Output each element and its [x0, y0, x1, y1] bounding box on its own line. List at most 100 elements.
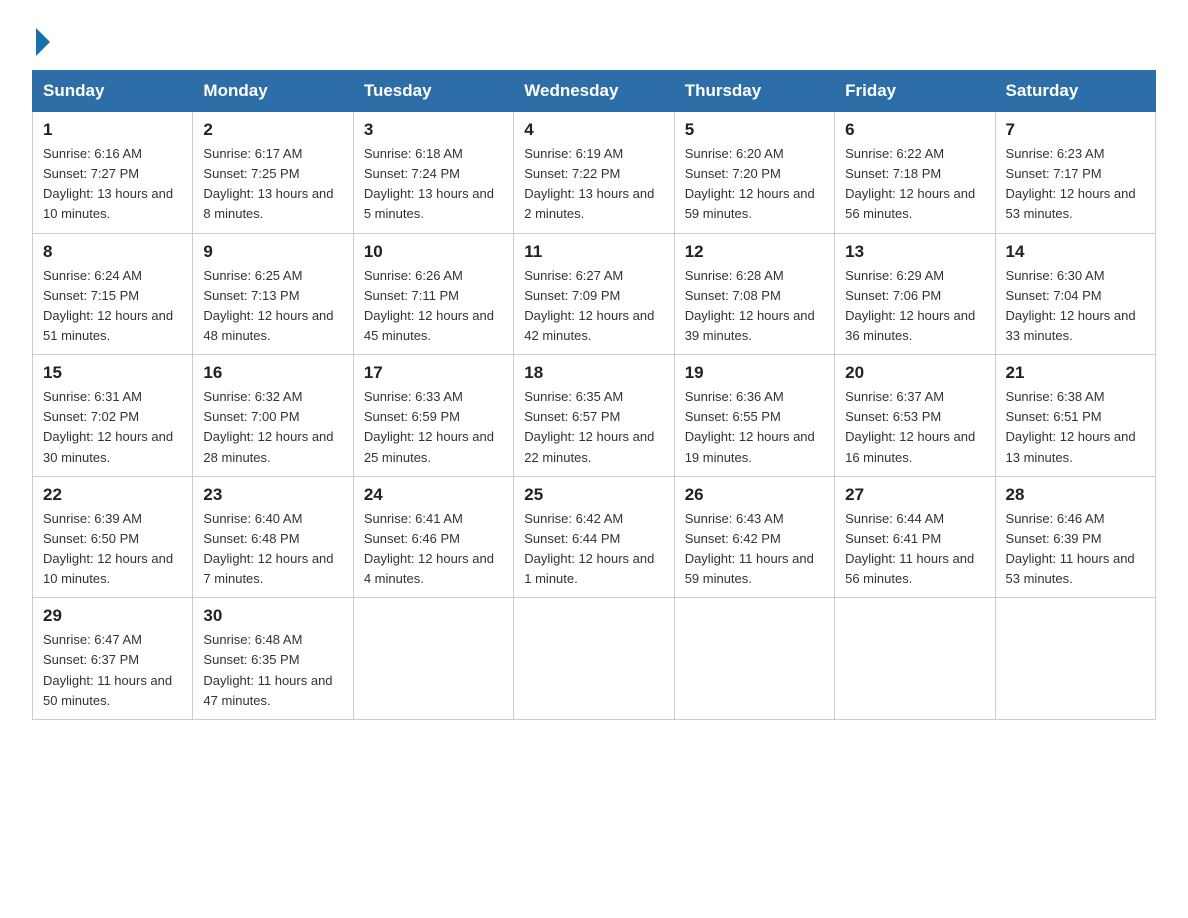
calendar-week-row: 29 Sunrise: 6:47 AMSunset: 6:37 PMDayligh…	[33, 598, 1156, 720]
day-number: 28	[1006, 485, 1145, 505]
calendar-cell	[674, 598, 834, 720]
day-info: Sunrise: 6:46 AMSunset: 6:39 PMDaylight:…	[1006, 509, 1145, 590]
calendar-cell	[995, 598, 1155, 720]
day-info: Sunrise: 6:26 AMSunset: 7:11 PMDaylight:…	[364, 266, 503, 347]
day-info: Sunrise: 6:38 AMSunset: 6:51 PMDaylight:…	[1006, 387, 1145, 468]
day-number: 24	[364, 485, 503, 505]
day-info: Sunrise: 6:42 AMSunset: 6:44 PMDaylight:…	[524, 509, 663, 590]
calendar-cell: 1 Sunrise: 6:16 AMSunset: 7:27 PMDaylight…	[33, 112, 193, 234]
calendar-cell: 8 Sunrise: 6:24 AMSunset: 7:15 PMDaylight…	[33, 233, 193, 355]
calendar-cell: 30Sunrise: 6:48 AMSunset: 6:35 PMDayligh…	[193, 598, 353, 720]
day-number: 16	[203, 363, 342, 383]
col-header-friday: Friday	[835, 71, 995, 112]
calendar-table: SundayMondayTuesdayWednesdayThursdayFrid…	[32, 70, 1156, 720]
calendar-cell: 27 Sunrise: 6:44 AMSunset: 6:41 PMDayligh…	[835, 476, 995, 598]
col-header-monday: Monday	[193, 71, 353, 112]
day-number: 18	[524, 363, 663, 383]
day-number: 13	[845, 242, 984, 262]
day-info: Sunrise: 6:47 AMSunset: 6:37 PMDaylight:…	[43, 630, 182, 711]
calendar-cell: 12Sunrise: 6:28 AMSunset: 7:08 PMDayligh…	[674, 233, 834, 355]
day-info: Sunrise: 6:43 AMSunset: 6:42 PMDaylight:…	[685, 509, 824, 590]
day-number: 21	[1006, 363, 1145, 383]
calendar-cell: 3 Sunrise: 6:18 AMSunset: 7:24 PMDaylight…	[353, 112, 513, 234]
col-header-wednesday: Wednesday	[514, 71, 674, 112]
day-info: Sunrise: 6:23 AMSunset: 7:17 PMDaylight:…	[1006, 144, 1145, 225]
day-info: Sunrise: 6:19 AMSunset: 7:22 PMDaylight:…	[524, 144, 663, 225]
day-info: Sunrise: 6:18 AMSunset: 7:24 PMDaylight:…	[364, 144, 503, 225]
day-number: 10	[364, 242, 503, 262]
day-number: 25	[524, 485, 663, 505]
day-info: Sunrise: 6:37 AMSunset: 6:53 PMDaylight:…	[845, 387, 984, 468]
calendar-cell: 5Sunrise: 6:20 AMSunset: 7:20 PMDaylight…	[674, 112, 834, 234]
calendar-cell	[514, 598, 674, 720]
day-info: Sunrise: 6:31 AMSunset: 7:02 PMDaylight:…	[43, 387, 182, 468]
day-number: 29	[43, 606, 182, 626]
calendar-cell: 25 Sunrise: 6:42 AMSunset: 6:44 PMDayligh…	[514, 476, 674, 598]
day-number: 11	[524, 242, 663, 262]
day-number: 26	[685, 485, 824, 505]
day-number: 7	[1006, 120, 1145, 140]
calendar-week-row: 8 Sunrise: 6:24 AMSunset: 7:15 PMDaylight…	[33, 233, 1156, 355]
day-info: Sunrise: 6:44 AMSunset: 6:41 PMDaylight:…	[845, 509, 984, 590]
day-number: 19	[685, 363, 824, 383]
calendar-cell: 22 Sunrise: 6:39 AMSunset: 6:50 PMDayligh…	[33, 476, 193, 598]
calendar-cell: 26 Sunrise: 6:43 AMSunset: 6:42 PMDayligh…	[674, 476, 834, 598]
day-number: 9	[203, 242, 342, 262]
col-header-thursday: Thursday	[674, 71, 834, 112]
calendar-cell: 7 Sunrise: 6:23 AMSunset: 7:17 PMDaylight…	[995, 112, 1155, 234]
page-header	[32, 24, 1156, 52]
day-number: 20	[845, 363, 984, 383]
day-info: Sunrise: 6:36 AMSunset: 6:55 PMDaylight:…	[685, 387, 824, 468]
day-number: 2	[203, 120, 342, 140]
calendar-cell: 11 Sunrise: 6:27 AMSunset: 7:09 PMDayligh…	[514, 233, 674, 355]
day-info: Sunrise: 6:39 AMSunset: 6:50 PMDaylight:…	[43, 509, 182, 590]
logo	[32, 24, 50, 52]
calendar-cell: 20 Sunrise: 6:37 AMSunset: 6:53 PMDayligh…	[835, 355, 995, 477]
day-info: Sunrise: 6:40 AMSunset: 6:48 PMDaylight:…	[203, 509, 342, 590]
day-number: 27	[845, 485, 984, 505]
day-number: 4	[524, 120, 663, 140]
day-info: Sunrise: 6:33 AMSunset: 6:59 PMDaylight:…	[364, 387, 503, 468]
calendar-cell: 14 Sunrise: 6:30 AMSunset: 7:04 PMDayligh…	[995, 233, 1155, 355]
calendar-week-row: 22 Sunrise: 6:39 AMSunset: 6:50 PMDayligh…	[33, 476, 1156, 598]
calendar-cell: 23Sunrise: 6:40 AMSunset: 6:48 PMDayligh…	[193, 476, 353, 598]
calendar-cell: 13Sunrise: 6:29 AMSunset: 7:06 PMDayligh…	[835, 233, 995, 355]
day-info: Sunrise: 6:25 AMSunset: 7:13 PMDaylight:…	[203, 266, 342, 347]
calendar-cell: 15 Sunrise: 6:31 AMSunset: 7:02 PMDayligh…	[33, 355, 193, 477]
day-number: 1	[43, 120, 182, 140]
calendar-cell: 6Sunrise: 6:22 AMSunset: 7:18 PMDaylight…	[835, 112, 995, 234]
day-number: 15	[43, 363, 182, 383]
day-info: Sunrise: 6:41 AMSunset: 6:46 PMDaylight:…	[364, 509, 503, 590]
day-number: 8	[43, 242, 182, 262]
calendar-week-row: 15 Sunrise: 6:31 AMSunset: 7:02 PMDayligh…	[33, 355, 1156, 477]
calendar-cell: 4 Sunrise: 6:19 AMSunset: 7:22 PMDaylight…	[514, 112, 674, 234]
calendar-cell: 21 Sunrise: 6:38 AMSunset: 6:51 PMDayligh…	[995, 355, 1155, 477]
calendar-cell	[353, 598, 513, 720]
day-info: Sunrise: 6:28 AMSunset: 7:08 PMDaylight:…	[685, 266, 824, 347]
calendar-cell: 24 Sunrise: 6:41 AMSunset: 6:46 PMDayligh…	[353, 476, 513, 598]
calendar-cell: 10 Sunrise: 6:26 AMSunset: 7:11 PMDayligh…	[353, 233, 513, 355]
day-number: 3	[364, 120, 503, 140]
day-number: 17	[364, 363, 503, 383]
calendar-header-row: SundayMondayTuesdayWednesdayThursdayFrid…	[33, 71, 1156, 112]
day-number: 30	[203, 606, 342, 626]
day-number: 22	[43, 485, 182, 505]
calendar-cell: 29 Sunrise: 6:47 AMSunset: 6:37 PMDayligh…	[33, 598, 193, 720]
day-number: 5	[685, 120, 824, 140]
day-info: Sunrise: 6:24 AMSunset: 7:15 PMDaylight:…	[43, 266, 182, 347]
logo-triangle-icon	[36, 28, 50, 56]
day-info: Sunrise: 6:22 AMSunset: 7:18 PMDaylight:…	[845, 144, 984, 225]
day-info: Sunrise: 6:17 AMSunset: 7:25 PMDaylight:…	[203, 144, 342, 225]
day-info: Sunrise: 6:16 AMSunset: 7:27 PMDaylight:…	[43, 144, 182, 225]
col-header-sunday: Sunday	[33, 71, 193, 112]
calendar-cell: 2 Sunrise: 6:17 AMSunset: 7:25 PMDaylight…	[193, 112, 353, 234]
calendar-cell: 17 Sunrise: 6:33 AMSunset: 6:59 PMDayligh…	[353, 355, 513, 477]
day-info: Sunrise: 6:27 AMSunset: 7:09 PMDaylight:…	[524, 266, 663, 347]
calendar-week-row: 1 Sunrise: 6:16 AMSunset: 7:27 PMDaylight…	[33, 112, 1156, 234]
calendar-cell: 19 Sunrise: 6:36 AMSunset: 6:55 PMDayligh…	[674, 355, 834, 477]
col-header-saturday: Saturday	[995, 71, 1155, 112]
calendar-cell: 9 Sunrise: 6:25 AMSunset: 7:13 PMDaylight…	[193, 233, 353, 355]
day-number: 14	[1006, 242, 1145, 262]
calendar-cell	[835, 598, 995, 720]
day-info: Sunrise: 6:30 AMSunset: 7:04 PMDaylight:…	[1006, 266, 1145, 347]
